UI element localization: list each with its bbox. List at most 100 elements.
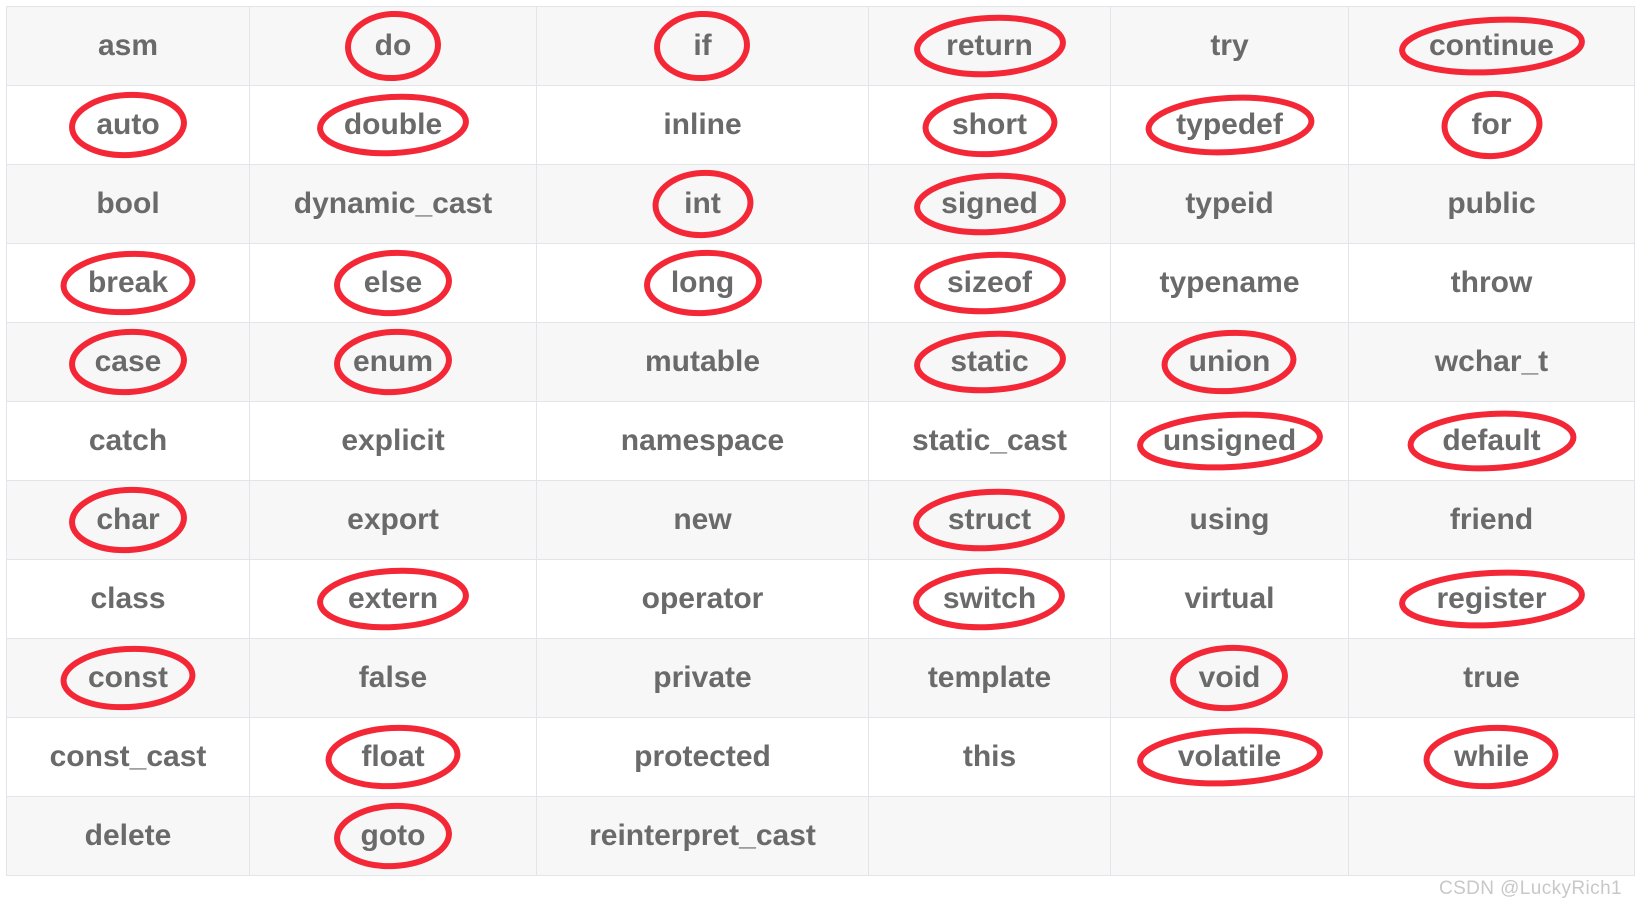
keyword-table: asm do if return try continue auto double inline… xyxy=(6,6,1635,876)
keyword-wrapper: wchar_t xyxy=(1435,347,1548,377)
keyword-cell-auto[interactable]: auto xyxy=(6,85,250,165)
keyword-label: while xyxy=(1453,740,1529,773)
keyword-label: continue xyxy=(1429,29,1554,62)
keyword-label: struct xyxy=(947,503,1032,536)
keyword-label: long xyxy=(670,266,735,299)
keyword-cell-bool[interactable]: bool xyxy=(6,164,250,244)
keyword-wrapper: this xyxy=(963,742,1016,772)
keyword-wrapper: const_cast xyxy=(50,742,207,772)
keyword-cell-operator[interactable]: operator xyxy=(536,559,869,639)
keyword-wrapper: short xyxy=(922,92,1057,158)
keyword-cell-goto[interactable]: goto xyxy=(249,796,537,876)
keyword-cell-if[interactable]: if xyxy=(536,6,869,86)
keyword-cell-empty xyxy=(1110,796,1349,876)
keyword-cell-register[interactable]: register xyxy=(1348,559,1635,639)
keyword-cell-sizeof[interactable]: sizeof xyxy=(868,243,1111,323)
keyword-cell-while[interactable]: while xyxy=(1348,717,1635,797)
keyword-cell-asm[interactable]: asm xyxy=(6,6,250,86)
keyword-wrapper: else xyxy=(334,249,452,317)
keyword-cell-float[interactable]: float xyxy=(249,717,537,797)
keyword-wrapper: try xyxy=(1210,31,1248,61)
keyword-cell-using[interactable]: using xyxy=(1110,480,1349,560)
keyword-cell-this[interactable]: this xyxy=(868,717,1111,797)
keyword-cell-reinterpret_cast[interactable]: reinterpret_cast xyxy=(536,796,869,876)
keyword-wrapper: unsigned xyxy=(1136,411,1323,471)
keyword-label: private xyxy=(653,661,752,694)
keyword-cell-break[interactable]: break xyxy=(6,243,250,323)
keyword-cell-do[interactable]: do xyxy=(249,6,537,86)
keyword-cell-public[interactable]: public xyxy=(1348,164,1635,244)
keyword-wrapper: false xyxy=(359,663,427,693)
keyword-wrapper: auto xyxy=(69,91,187,159)
keyword-cell-wchar_t[interactable]: wchar_t xyxy=(1348,322,1635,402)
keyword-cell-signed[interactable]: signed xyxy=(868,164,1111,244)
keyword-cell-static[interactable]: static xyxy=(868,322,1111,402)
keyword-cell-union[interactable]: union xyxy=(1110,322,1349,402)
keyword-cell-protected[interactable]: protected xyxy=(536,717,869,797)
keyword-cell-explicit[interactable]: explicit xyxy=(249,401,537,481)
keyword-cell-new[interactable]: new xyxy=(536,480,869,560)
keyword-cell-enum[interactable]: enum xyxy=(249,322,537,402)
keyword-cell-volatile[interactable]: volatile xyxy=(1110,717,1349,797)
keyword-cell-private[interactable]: private xyxy=(536,638,869,718)
keyword-cell-typeid[interactable]: typeid xyxy=(1110,164,1349,244)
keyword-cell-friend[interactable]: friend xyxy=(1348,480,1635,560)
keyword-cell-case[interactable]: case xyxy=(6,322,250,402)
keyword-cell-int[interactable]: int xyxy=(536,164,869,244)
keyword-cell-throw[interactable]: throw xyxy=(1348,243,1635,323)
keyword-cell-typename[interactable]: typename xyxy=(1110,243,1349,323)
keyword-cell-void[interactable]: void xyxy=(1110,638,1349,718)
keyword-cell-class[interactable]: class xyxy=(6,559,250,639)
table-row: delete goto reinterpret_cast xyxy=(6,796,1635,876)
keyword-cell-virtual[interactable]: virtual xyxy=(1110,559,1349,639)
keyword-wrapper: class xyxy=(90,584,165,614)
keyword-table-body: asm do if return try continue auto double inline… xyxy=(6,6,1635,876)
keyword-wrapper: if xyxy=(654,10,751,82)
table-row: break else long sizeof typename throw xyxy=(6,243,1635,323)
keyword-cell-delete[interactable]: delete xyxy=(6,796,250,876)
keyword-cell-catch[interactable]: catch xyxy=(6,401,250,481)
keyword-label: extern xyxy=(347,582,439,615)
keyword-wrapper: do xyxy=(345,10,441,82)
keyword-cell-extern[interactable]: extern xyxy=(249,559,537,639)
keyword-cell-unsigned[interactable]: unsigned xyxy=(1110,401,1349,481)
keyword-label: namespace xyxy=(620,424,785,457)
keyword-cell-return[interactable]: return xyxy=(868,6,1111,86)
keyword-cell-else[interactable]: else xyxy=(249,243,537,323)
keyword-cell-for[interactable]: for xyxy=(1348,85,1635,165)
keyword-cell-static_cast[interactable]: static_cast xyxy=(868,401,1111,481)
keyword-wrapper: delete xyxy=(85,821,172,851)
table-row: catch explicit namespace static_cast unsigne… xyxy=(6,401,1635,481)
keyword-label: float xyxy=(361,740,425,773)
keyword-cell-switch[interactable]: switch xyxy=(868,559,1111,639)
keyword-cell-short[interactable]: short xyxy=(868,85,1111,165)
keyword-label: using xyxy=(1189,503,1270,536)
keyword-cell-namespace[interactable]: namespace xyxy=(536,401,869,481)
keyword-wrapper: public xyxy=(1447,189,1535,219)
keyword-cell-default[interactable]: default xyxy=(1348,401,1635,481)
keyword-wrapper: operator xyxy=(642,584,764,614)
keyword-cell-const[interactable]: const xyxy=(6,638,250,718)
keyword-cell-long[interactable]: long xyxy=(536,243,869,323)
keyword-cell-try[interactable]: try xyxy=(1110,6,1349,86)
keyword-cell-export[interactable]: export xyxy=(249,480,537,560)
keyword-cell-dynamic_cast[interactable]: dynamic_cast xyxy=(249,164,537,244)
keyword-cell-true[interactable]: true xyxy=(1348,638,1635,718)
keyword-label: default xyxy=(1442,424,1541,457)
keyword-label: inline xyxy=(663,108,742,141)
keyword-cell-template[interactable]: template xyxy=(868,638,1111,718)
keyword-cell-continue[interactable]: continue xyxy=(1348,6,1635,86)
keyword-cell-char[interactable]: char xyxy=(6,480,250,560)
keyword-cell-typedef[interactable]: typedef xyxy=(1110,85,1349,165)
keyword-label: volatile xyxy=(1177,740,1282,773)
keyword-cell-mutable[interactable]: mutable xyxy=(536,322,869,402)
keyword-label: break xyxy=(87,266,169,299)
keyword-wrapper: asm xyxy=(98,31,158,61)
keyword-cell-double[interactable]: double xyxy=(249,85,537,165)
keyword-cell-false[interactable]: false xyxy=(249,638,537,718)
keyword-wrapper: enum xyxy=(334,328,452,396)
keyword-cell-struct[interactable]: struct xyxy=(868,480,1111,560)
keyword-label: try xyxy=(1210,29,1249,62)
keyword-cell-inline[interactable]: inline xyxy=(536,85,869,165)
keyword-cell-const_cast[interactable]: const_cast xyxy=(6,717,250,797)
